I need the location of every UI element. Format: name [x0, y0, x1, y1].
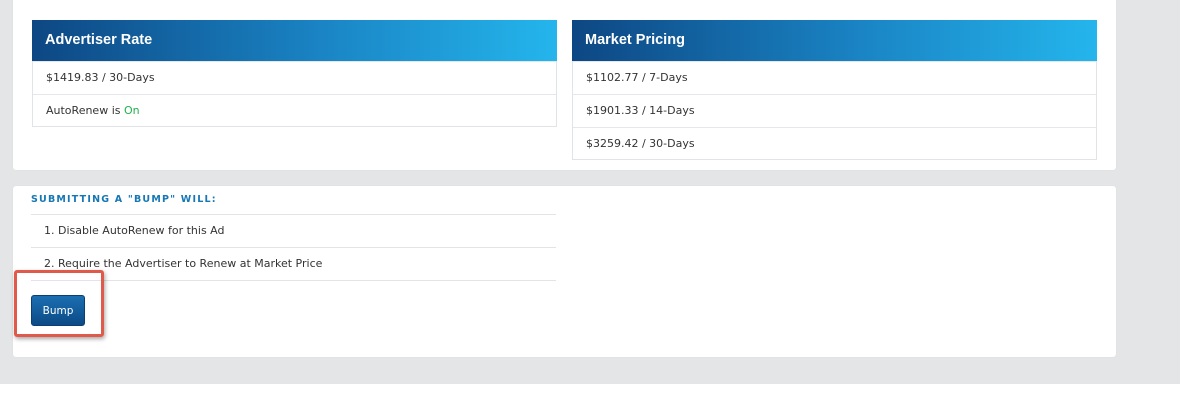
advertiser-rate-panel: Advertiser Rate $1419.83 / 30-Days AutoR… — [32, 20, 557, 127]
market-price-row-14days: $1901.33 / 14-Days — [573, 94, 1096, 127]
list-item: 2. Require the Advertiser to Renew at Ma… — [31, 247, 556, 281]
market-pricing-header: Market Pricing — [572, 20, 1097, 61]
autorenew-status: On — [123, 104, 140, 117]
market-price-row-7days: $1102.77 / 7-Days — [573, 61, 1096, 94]
bump-card: SUBMITTING A "BUMP" WILL: 1. Disable Aut… — [13, 186, 1116, 357]
list-item: 1. Disable AutoRenew for this Ad — [31, 214, 556, 247]
autorenew-label: AutoRenew is — [46, 104, 124, 117]
pricing-card: Advertiser Rate $1419.83 / 30-Days AutoR… — [13, 0, 1116, 170]
market-pricing-panel: Market Pricing $1102.77 / 7-Days $1901.3… — [572, 20, 1097, 160]
market-price-row-30days: $3259.42 / 30-Days — [573, 127, 1096, 160]
advertiser-price-row: $1419.83 / 30-Days — [33, 61, 556, 94]
advertiser-rate-header: Advertiser Rate — [32, 20, 557, 61]
autorenew-row: AutoRenew is On — [33, 94, 556, 127]
bump-section-title: SUBMITTING A "BUMP" WILL: — [31, 194, 217, 205]
bump-effects-list: 1. Disable AutoRenew for this Ad 2. Requ… — [31, 214, 556, 281]
bump-button[interactable]: Bump — [31, 295, 85, 326]
